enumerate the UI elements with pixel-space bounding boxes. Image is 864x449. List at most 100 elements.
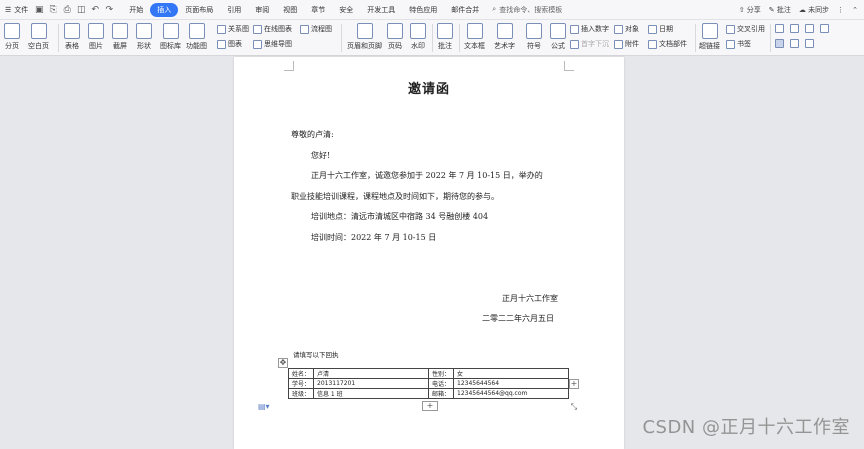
table-cell[interactable]: 2013117201 — [313, 378, 430, 389]
vertical-scrollbar[interactable] — [859, 57, 864, 449]
layout-toggle-icon[interactable] — [790, 24, 799, 33]
save-icon[interactable]: ▣ — [34, 5, 44, 15]
print-icon[interactable]: ⎙ — [62, 5, 72, 15]
hyperlink-button[interactable]: 超链接 — [699, 23, 720, 51]
attachment-button[interactable]: 附件 — [614, 39, 639, 49]
drop-cap-button[interactable]: 首字下沉 — [570, 39, 609, 49]
header-footer-button[interactable]: 页眉和页脚 — [347, 23, 382, 51]
table-cell[interactable]: 学号： — [287, 378, 315, 389]
table-cell[interactable]: 12345644564@qq.com — [453, 388, 570, 399]
formula-button[interactable]: 公式 — [550, 23, 566, 51]
layout-toggle-icon[interactable] — [790, 39, 799, 48]
time-text[interactable]: 培训时间：2022 年 7 月 10-15 日 — [311, 232, 436, 243]
date-text[interactable]: 二零二二年六月五日 — [482, 313, 554, 324]
tab-home[interactable]: 开始 — [122, 3, 150, 17]
margin-corner-mark — [564, 61, 574, 71]
relation-chart-button[interactable]: 关系图 — [217, 24, 249, 34]
table-cell[interactable]: 电话： — [428, 378, 455, 389]
formula-label: 公式 — [551, 42, 565, 50]
table-cell[interactable]: 信息 1 班 — [313, 388, 430, 399]
table-cell[interactable]: 班级： — [287, 388, 315, 399]
table-cell[interactable]: 卢清 — [313, 368, 430, 379]
table-cell[interactable]: 女 — [453, 368, 570, 379]
shapes-button[interactable]: 形状 — [136, 23, 152, 51]
relation-chart-label: 关系图 — [228, 25, 249, 33]
export-icon[interactable]: ⎘ — [48, 5, 58, 15]
layout-toggle-icon[interactable] — [820, 24, 829, 33]
share-button[interactable]: ⇧ 分享 — [739, 5, 761, 15]
tab-security[interactable]: 安全 — [332, 3, 360, 17]
tab-special-apps[interactable]: 特色应用 — [402, 3, 444, 17]
object-button[interactable]: 对象 — [614, 24, 639, 34]
signature-text[interactable]: 正月十六工作室 — [502, 293, 558, 304]
file-menu[interactable]: ☰ 文件 — [0, 0, 34, 20]
document-title[interactable]: 邀请函 — [234, 78, 624, 97]
screenshot-button[interactable]: 截屏 — [112, 23, 128, 51]
comment-button[interactable]: ✎ 批注 — [769, 5, 791, 15]
shapes-icon — [136, 23, 152, 39]
preview-icon[interactable]: ◫ — [76, 5, 86, 15]
tab-view[interactable]: 视图 — [276, 3, 304, 17]
table-cell[interactable]: 性别： — [428, 368, 455, 379]
document-page[interactable]: 邀请函 尊敬的卢清: 您好! 正月十六工作室，诚邀您参加于 2022 年 7 月… — [234, 57, 624, 449]
date-button[interactable]: 日期 — [648, 24, 673, 34]
add-column-icon[interactable]: + — [569, 379, 579, 389]
mind-map-icon — [253, 39, 262, 49]
blank-page-button[interactable]: 空白页 — [28, 23, 49, 51]
tab-section[interactable]: 章节 — [304, 3, 332, 17]
move-table-icon[interactable]: ✥ — [278, 358, 288, 368]
redo-icon[interactable]: ↷ — [104, 5, 114, 15]
table-cell[interactable]: 邮箱： — [428, 388, 455, 399]
doc-parts-button[interactable]: 文档部件 — [648, 39, 687, 49]
layout-toggle-icon[interactable] — [775, 39, 784, 48]
layout-toggle-icon[interactable] — [805, 39, 814, 48]
undo-icon[interactable]: ↶ — [90, 5, 100, 15]
cross-reference-button[interactable]: 交叉引用 — [726, 24, 765, 34]
layout-toggle-icon[interactable] — [775, 24, 784, 33]
page-break-button[interactable]: 分页 — [4, 23, 20, 51]
icon-library-button[interactable]: 图标库 — [160, 23, 181, 51]
chart-button[interactable]: 图表 — [217, 39, 242, 49]
textbox-button[interactable]: 文本框 — [464, 23, 485, 51]
view-toggles-row1 — [775, 24, 829, 33]
location-text[interactable]: 培训地点：清远市清城区中宿路 34 号融创楼 404 — [311, 211, 488, 222]
salutation-text[interactable]: 尊敬的卢清: — [291, 129, 334, 140]
collapse-ribbon-icon[interactable]: ⌃ — [852, 6, 858, 14]
bookmark-button[interactable]: 书签 — [726, 39, 751, 49]
paste-options-icon[interactable]: ▤▾ — [258, 402, 270, 411]
comment-insert-button[interactable]: 批注 — [437, 23, 453, 51]
online-chart-button[interactable]: 在线图表 — [253, 24, 292, 34]
flowchart-button[interactable]: 流程图 — [300, 24, 332, 34]
layout-toggle-icon[interactable] — [805, 24, 814, 33]
tab-references[interactable]: 引用 — [220, 3, 248, 17]
add-row-icon[interactable]: + — [422, 401, 438, 411]
tab-developer[interactable]: 开发工具 — [360, 3, 402, 17]
symbol-button[interactable]: 符号 — [526, 23, 542, 51]
reply-label[interactable]: 请填写以下回执 — [293, 349, 339, 359]
wordart-button[interactable]: 艺术字 — [494, 23, 515, 51]
greeting-text[interactable]: 您好! — [311, 150, 330, 161]
header-footer-icon — [356, 23, 373, 39]
sync-button[interactable]: ☁ 未同步 — [799, 5, 829, 15]
mind-map-button[interactable]: 思维导图 — [253, 39, 292, 49]
picture-button[interactable]: 图片 — [88, 23, 104, 51]
table-button[interactable]: 表格 — [64, 23, 80, 51]
tab-review[interactable]: 审阅 — [248, 3, 276, 17]
page-number-button[interactable]: 页码 — [387, 23, 403, 51]
command-search[interactable]: ⌕ 查找命令、搜索模板 — [492, 5, 562, 15]
comment-insert-label: 批注 — [438, 42, 452, 50]
table-cell[interactable]: 姓名： — [287, 368, 315, 379]
tab-page-layout[interactable]: 页面布局 — [178, 3, 220, 17]
reply-table[interactable]: 姓名： 卢清 性别： 女 学号： 2013117201 电话： 12345644… — [287, 368, 570, 399]
insert-number-button[interactable]: 插入数字 — [570, 24, 609, 34]
body-text-line[interactable]: 正月十六工作室，诚邀您参加于 2022 年 7 月 10-15 日，举办的 — [311, 170, 543, 181]
more-icon[interactable]: ⋮ — [837, 6, 844, 14]
tab-mail-merge[interactable]: 邮件合并 — [444, 3, 486, 17]
resize-table-icon[interactable]: ⤡ — [569, 403, 579, 413]
relation-chart-icon — [217, 24, 226, 34]
body-text-line[interactable]: 职业技能培训课程，课程地点及时间如下，期待您的参与。 — [291, 191, 499, 202]
table-cell[interactable]: 12345644564 — [453, 378, 570, 389]
function-chart-button[interactable]: 功能图 — [186, 23, 207, 51]
watermark-button[interactable]: 水印 — [410, 23, 426, 51]
tab-insert[interactable]: 插入 — [150, 2, 179, 17]
